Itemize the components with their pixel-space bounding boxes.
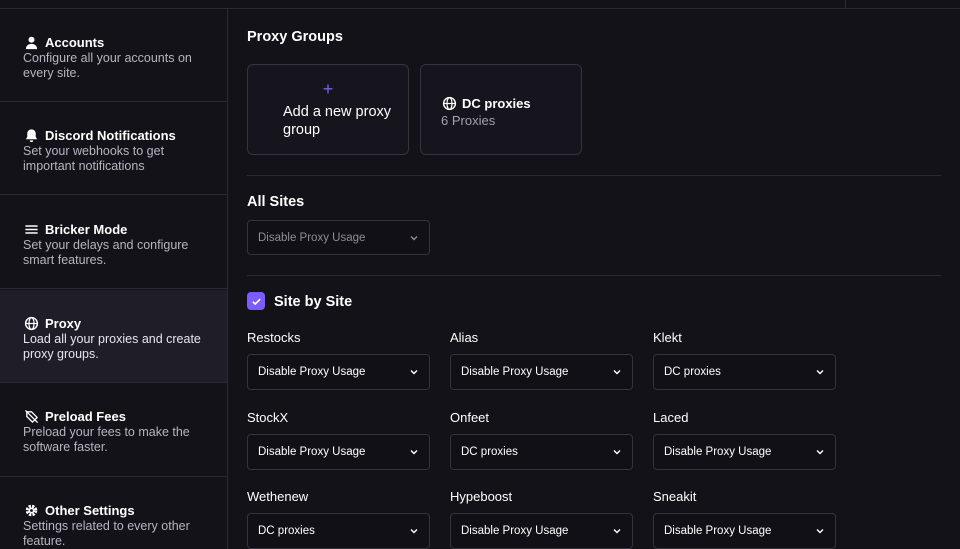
globe-icon bbox=[441, 95, 457, 111]
site-label-stockx: StockX bbox=[247, 410, 289, 425]
sidebar-item-accounts[interactable]: Accounts Configure all your accounts on … bbox=[0, 9, 227, 102]
sidebar-item-title: Other Settings bbox=[45, 502, 135, 518]
chevron-down-icon bbox=[409, 367, 419, 377]
proxy-group-name: DC proxies bbox=[462, 95, 531, 111]
sidebar-item-title: Accounts bbox=[45, 34, 105, 50]
chevron-down-icon bbox=[409, 447, 419, 457]
select-value: Disable Proxy Usage bbox=[461, 525, 569, 537]
site-select-klekt[interactable]: DC proxies bbox=[653, 354, 836, 390]
select-value: Disable Proxy Usage bbox=[461, 366, 569, 378]
bell-icon bbox=[23, 127, 39, 143]
gear-icon bbox=[23, 502, 39, 518]
site-label-alias: Alias bbox=[450, 330, 479, 345]
settings-sidebar: Accounts Configure all your accounts on … bbox=[0, 9, 228, 549]
all-sites-select[interactable]: Disable Proxy Usage bbox=[247, 220, 430, 255]
site-select-alias[interactable]: Disable Proxy Usage bbox=[450, 354, 633, 390]
chevron-down-icon bbox=[815, 526, 825, 536]
chevron-down-icon bbox=[612, 367, 622, 377]
sidebar-item-title: Bricker Mode bbox=[45, 221, 128, 237]
select-value: Disable Proxy Usage bbox=[664, 446, 772, 458]
sidebar-item-header: Discord Notifications bbox=[23, 127, 204, 143]
site-by-site-title: Site by Site bbox=[274, 294, 353, 310]
select-value: Disable Proxy Usage bbox=[258, 231, 366, 244]
select-value: Disable Proxy Usage bbox=[664, 525, 772, 537]
sidebar-item-header: Accounts bbox=[23, 34, 204, 50]
proxy-groups-title: Proxy Groups bbox=[247, 29, 343, 45]
site-select-stockx[interactable]: Disable Proxy Usage bbox=[247, 434, 430, 470]
sidebar-item-desc: Set your delays and configure smart feat… bbox=[23, 238, 189, 267]
sidebar-item-header: Proxy bbox=[23, 315, 204, 331]
site-select-sneakit[interactable]: Disable Proxy Usage bbox=[653, 513, 836, 549]
chevron-down-icon bbox=[409, 233, 419, 243]
sidebar-item-other-settings[interactable]: Other Settings Settings related to every… bbox=[0, 478, 227, 549]
sidebar-item-desc: Load all your proxies and create proxy g… bbox=[23, 332, 201, 361]
add-proxy-group-label: Add a new proxy group bbox=[283, 104, 392, 138]
select-value: Disable Proxy Usage bbox=[258, 366, 366, 378]
sidebar-item-title: Proxy bbox=[45, 315, 82, 331]
sidebar-item-header: Preload Fees bbox=[23, 408, 204, 424]
site-label-wethenew: Wethenew bbox=[247, 489, 309, 504]
all-sites-title: All Sites bbox=[247, 194, 305, 210]
add-proxy-group-card[interactable]: + Add a new proxy group bbox=[247, 64, 409, 155]
check-icon bbox=[251, 297, 261, 305]
divider bbox=[247, 175, 941, 176]
sidebar-item-preload-fees[interactable]: Preload Fees Preload your fees to make t… bbox=[0, 384, 227, 477]
sidebar-item-header: Bricker Mode bbox=[23, 221, 204, 237]
sidebar-item-desc: Configure all your accounts on every sit… bbox=[23, 51, 192, 80]
sidebar-item-desc: Set your webhooks to get important notif… bbox=[23, 144, 165, 173]
proxy-settings-panel: Proxy Groups + Add a new proxy group DC … bbox=[247, 0, 941, 549]
chevron-down-icon bbox=[815, 367, 825, 377]
site-label-sneakit: Sneakit bbox=[653, 489, 697, 504]
site-select-hypeboost[interactable]: Disable Proxy Usage bbox=[450, 513, 633, 549]
proxy-group-count: 6 Proxies bbox=[441, 113, 496, 128]
chevron-down-icon bbox=[612, 447, 622, 457]
menu-icon bbox=[23, 221, 39, 237]
sidebar-item-header: Other Settings bbox=[23, 502, 204, 518]
select-value: DC proxies bbox=[461, 446, 518, 458]
no-tag-icon bbox=[23, 408, 39, 424]
site-select-wethenew[interactable]: DC proxies bbox=[247, 513, 430, 549]
sidebar-item-bricker-mode[interactable]: Bricker Mode Set your delays and configu… bbox=[0, 196, 227, 289]
site-select-onfeet[interactable]: DC proxies bbox=[450, 434, 633, 470]
proxy-group-name-row: DC proxies bbox=[441, 95, 531, 111]
site-label-klekt: Klekt bbox=[653, 330, 682, 345]
site-label-laced: Laced bbox=[653, 410, 689, 425]
divider bbox=[247, 275, 941, 276]
sidebar-item-discord-notifications[interactable]: Discord Notifications Set your webhooks … bbox=[0, 102, 227, 195]
select-value: DC proxies bbox=[664, 366, 721, 378]
select-value: DC proxies bbox=[258, 525, 315, 537]
globe-icon bbox=[23, 315, 39, 331]
user-icon bbox=[23, 34, 39, 50]
plus-icon: + bbox=[322, 79, 334, 99]
site-label-onfeet: Onfeet bbox=[450, 410, 490, 425]
site-select-laced[interactable]: Disable Proxy Usage bbox=[653, 434, 836, 470]
sidebar-item-desc: Preload your fees to make the software f… bbox=[23, 425, 190, 454]
proxy-group-card[interactable]: DC proxies 6 Proxies bbox=[420, 64, 582, 155]
site-label-restocks: Restocks bbox=[247, 330, 301, 345]
sidebar-item-title: Preload Fees bbox=[45, 408, 126, 424]
sidebar-item-proxy[interactable]: Proxy Load all your proxies and create p… bbox=[0, 290, 227, 383]
site-select-restocks[interactable]: Disable Proxy Usage bbox=[247, 354, 430, 390]
chevron-down-icon bbox=[409, 526, 419, 536]
select-value: Disable Proxy Usage bbox=[258, 446, 366, 458]
chevron-down-icon bbox=[815, 447, 825, 457]
site-by-site-checkbox[interactable] bbox=[247, 292, 265, 310]
chevron-down-icon bbox=[612, 526, 622, 536]
site-label-hypeboost: Hypeboost bbox=[450, 489, 513, 504]
sidebar-item-desc: Settings related to every other feature. bbox=[23, 519, 190, 548]
sidebar-item-title: Discord Notifications bbox=[45, 127, 176, 143]
